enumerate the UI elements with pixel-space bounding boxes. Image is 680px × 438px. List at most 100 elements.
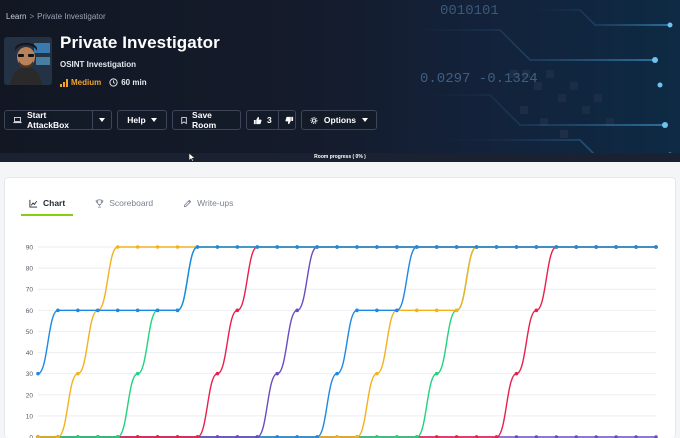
vote-button-group: 3 (246, 110, 296, 130)
data-point (235, 308, 240, 313)
upvote-button[interactable]: 3 (247, 111, 278, 129)
y-tick-label: 30 (26, 371, 34, 378)
y-tick-label: 50 (26, 329, 34, 336)
data-point (155, 308, 160, 313)
data-point (454, 308, 459, 313)
tab-scoreboard-label: Scoreboard (109, 198, 154, 208)
data-point (255, 245, 260, 249)
room-subtitle: OSINT Investigation (60, 60, 137, 69)
room-toolbar: Start AttackBox Help Save Room 3 Options (4, 110, 377, 130)
save-room-label: Save Room (192, 110, 217, 130)
chevron-down-icon (150, 118, 157, 122)
data-point (634, 245, 638, 249)
svg-text:0010101: 0010101 (440, 3, 499, 19)
downvote-button[interactable] (277, 111, 300, 129)
data-point (654, 245, 658, 249)
breadcrumb-current: Private Investigator (37, 12, 106, 21)
laptop-icon (13, 117, 22, 124)
room-header: 0010101 0.0297 -0.1324 Learn > Private I… (0, 0, 680, 162)
data-point (155, 245, 160, 249)
data-point (175, 245, 180, 249)
data-point (594, 245, 598, 249)
duration-badge: 60 min (109, 78, 147, 87)
chevron-down-icon (362, 118, 368, 122)
y-tick-label: 70 (26, 287, 34, 294)
data-point (135, 308, 140, 313)
data-point (295, 245, 299, 249)
chevron-down-icon (99, 118, 105, 122)
y-tick-label: 40 (26, 350, 34, 357)
y-tick-label: 60 (26, 308, 34, 315)
data-point (115, 308, 120, 313)
duration-label: 60 min (121, 78, 147, 87)
tab-scoreboard[interactable]: Scoreboard (87, 192, 161, 214)
tab-chart[interactable]: Chart (21, 192, 74, 216)
data-point (36, 371, 40, 376)
y-tick-label: 90 (26, 245, 34, 252)
room-meta: Medium 60 min (60, 78, 147, 87)
start-attackbox-label: Start AttackBox (26, 110, 70, 130)
data-point (434, 371, 439, 376)
data-point (375, 371, 379, 376)
thumbs-up-icon (253, 116, 262, 124)
data-point (335, 371, 339, 376)
data-point (614, 245, 618, 249)
data-point (135, 245, 140, 249)
svg-text:0.0297 -0.1324: 0.0297 -0.1324 (420, 71, 538, 87)
series-line (38, 246, 656, 438)
breadcrumb-learn-link[interactable]: Learn (6, 12, 26, 21)
data-point (215, 371, 220, 376)
data-point (175, 308, 180, 313)
y-tick-label: 20 (26, 392, 34, 399)
circuit-background-art: 0010101 0.0297 -0.1324 (400, 3, 673, 158)
data-point (76, 308, 80, 313)
chart-card: Chart Scoreboard Write-ups 0 10 20 30 40 50 60… (4, 177, 676, 438)
data-point (295, 308, 299, 313)
difficulty-badge: Medium (60, 78, 101, 87)
data-point (215, 245, 220, 249)
clock-icon (109, 78, 118, 87)
options-button[interactable]: Options (301, 110, 377, 130)
data-point (514, 245, 519, 249)
data-point (135, 371, 140, 376)
detective-avatar-icon (4, 37, 52, 85)
attackbox-dropdown-toggle[interactable] (92, 111, 111, 129)
thumbs-down-icon (285, 116, 293, 124)
data-point (414, 245, 419, 249)
data-point (395, 308, 399, 313)
data-point (395, 245, 399, 249)
data-point (315, 245, 319, 249)
save-room-button[interactable]: Save Room (172, 110, 241, 130)
data-point (375, 245, 379, 249)
data-point (76, 371, 80, 376)
room-title: Private Investigator (60, 33, 220, 52)
y-tick-label: 80 (26, 266, 34, 273)
data-point (355, 308, 359, 313)
room-thumbnail (4, 37, 52, 85)
data-point (414, 308, 419, 313)
data-point (275, 245, 280, 249)
pen-icon (183, 199, 192, 207)
data-point (434, 308, 439, 313)
data-point (554, 245, 559, 249)
data-point (494, 245, 499, 249)
data-point (235, 245, 240, 249)
tab-write-ups[interactable]: Write-ups (175, 192, 241, 214)
gear-icon (310, 116, 318, 124)
data-point (96, 308, 100, 313)
y-tick-label: 10 (26, 413, 34, 420)
breadcrumb: Learn > Private Investigator (6, 12, 106, 21)
data-point (335, 245, 339, 249)
tab-chart-label: Chart (43, 198, 66, 208)
signal-bars-icon (60, 78, 68, 87)
data-point (56, 308, 60, 313)
bookmark-icon (181, 116, 187, 124)
help-button[interactable]: Help (117, 110, 167, 130)
options-label: Options (323, 115, 356, 125)
like-count: 3 (267, 115, 272, 125)
help-label: Help (127, 115, 146, 125)
data-point (514, 371, 519, 376)
line-chart-icon (29, 199, 38, 208)
progress-line-chart: 0 10 20 30 40 50 60 70 80 90 (26, 245, 658, 438)
start-attackbox-button[interactable]: Start AttackBox (5, 110, 92, 130)
